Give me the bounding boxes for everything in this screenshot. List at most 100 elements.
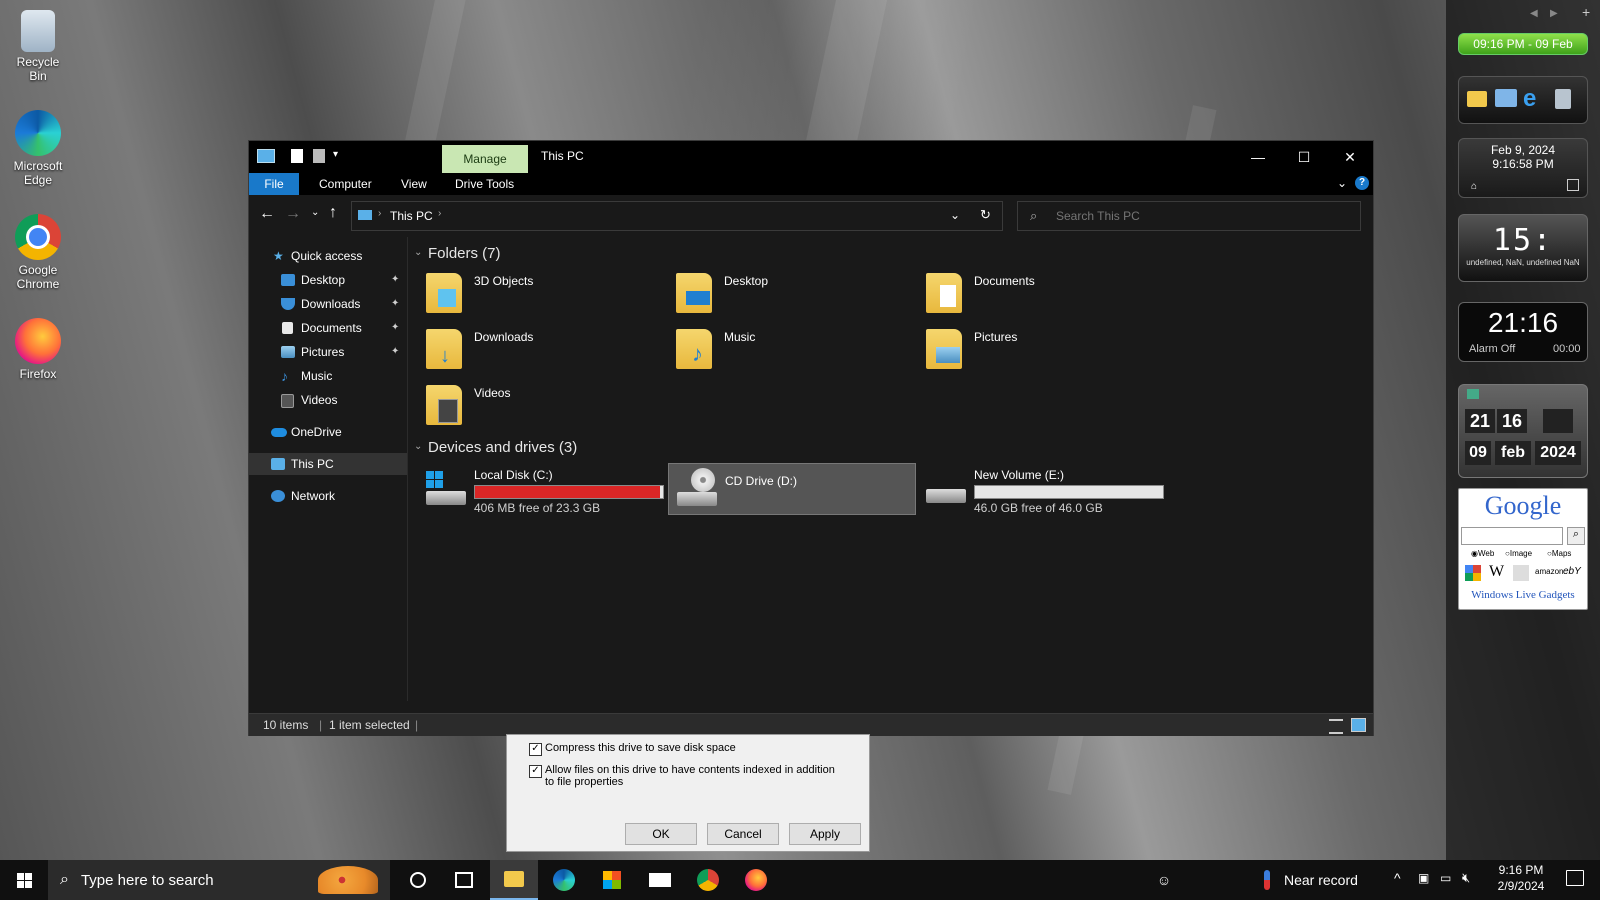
pin-icon[interactable]: ✦ bbox=[391, 341, 399, 363]
taskbar-file-explorer[interactable] bbox=[490, 860, 538, 900]
desktop-icon-edge[interactable]: Microsoft Edge bbox=[8, 110, 68, 187]
folder-music[interactable]: ♪ Music bbox=[668, 325, 918, 377]
new-folder-quick-icon[interactable] bbox=[313, 149, 325, 163]
taskbar-search-box[interactable]: ⌕ Type here to search bbox=[48, 860, 390, 900]
google-search-gadget[interactable]: Google ⌕ ◉Web ○Image ○Maps W amazon ebY … bbox=[1458, 488, 1588, 610]
address-bar[interactable]: › This PC › ⌄ ↻ bbox=[351, 201, 1003, 231]
wikipedia-shortcut[interactable]: W bbox=[1489, 563, 1504, 581]
taskbar-edge[interactable] bbox=[540, 860, 588, 900]
refresh-icon[interactable]: ↻ bbox=[980, 207, 991, 223]
drive-c[interactable]: Local Disk (C:) 406 MB free of 23.3 GB bbox=[418, 463, 668, 515]
calendar-gadget[interactable]: Feb 9, 2024 9:16:58 PM ⌂ bbox=[1458, 138, 1588, 198]
computer-icon[interactable] bbox=[1495, 89, 1517, 107]
search-input[interactable] bbox=[1054, 206, 1348, 226]
flip-clock-home-icon[interactable] bbox=[1467, 389, 1479, 399]
nav-quick-access[interactable]: ★ Quick access bbox=[249, 245, 407, 267]
up-arrow-icon[interactable]: ↑ bbox=[329, 204, 337, 222]
nav-documents[interactable]: Documents ✦ bbox=[249, 317, 407, 339]
back-arrow-icon[interactable]: ← bbox=[259, 205, 275, 223]
nav-music[interactable]: ♪ Music bbox=[249, 365, 407, 387]
home-icon[interactable]: ⌂ bbox=[1471, 181, 1477, 192]
ok-button[interactable]: OK bbox=[625, 823, 697, 845]
google-option-image[interactable]: ○Image bbox=[1505, 549, 1532, 558]
address-dropdown-icon[interactable]: ⌄ bbox=[950, 208, 960, 222]
pin-icon[interactable]: ✦ bbox=[391, 269, 399, 291]
folder-pictures[interactable]: Pictures bbox=[918, 325, 1168, 377]
cancel-button[interactable]: Cancel bbox=[707, 823, 779, 845]
desktop-icon-firefox[interactable]: Firefox bbox=[8, 318, 68, 381]
trash-icon[interactable] bbox=[1555, 89, 1571, 109]
sidebar-forward-icon[interactable]: ▶ bbox=[1550, 8, 1558, 19]
title-bar[interactable]: ▾ Manage This PC — ☐ ✕ bbox=[249, 141, 1373, 173]
people-button[interactable]: ☺ bbox=[1148, 860, 1180, 900]
flip-clock-gadget[interactable]: 21 16 09 feb 2024 bbox=[1458, 384, 1588, 478]
launcher-gadget[interactable]: e bbox=[1458, 76, 1588, 124]
task-view-button[interactable] bbox=[442, 860, 486, 900]
maximize-button[interactable]: ☐ bbox=[1281, 141, 1327, 173]
google-search-button-icon[interactable]: ⌕ bbox=[1567, 527, 1585, 545]
taskbar-firefox[interactable] bbox=[732, 860, 780, 900]
folder-desktop[interactable]: Desktop bbox=[668, 269, 918, 321]
customize-quick-access-icon[interactable]: ▾ bbox=[333, 149, 338, 160]
desktop-icon-chrome[interactable]: Google Chrome bbox=[8, 214, 68, 291]
pin-icon[interactable]: ✦ bbox=[391, 293, 399, 315]
nav-pictures[interactable]: Pictures ✦ bbox=[249, 341, 407, 363]
folder-downloads[interactable]: ↓ Downloads bbox=[418, 325, 668, 377]
compress-checkbox[interactable]: ✓ bbox=[529, 743, 542, 756]
amazon-shortcut[interactable]: amazon bbox=[1535, 567, 1563, 576]
tab-computer[interactable]: Computer bbox=[319, 173, 372, 195]
sidebar-add-icon[interactable]: + bbox=[1582, 4, 1590, 20]
meet-now-icon[interactable]: ▣ bbox=[1418, 871, 1429, 885]
details-view-icon[interactable] bbox=[1329, 719, 1343, 734]
cortana-button[interactable] bbox=[396, 860, 440, 900]
pin-icon[interactable]: ✦ bbox=[391, 317, 399, 339]
help-icon[interactable]: ? bbox=[1355, 176, 1369, 190]
taskbar-chrome[interactable] bbox=[684, 860, 732, 900]
folder-3d-objects[interactable]: 3D Objects bbox=[418, 269, 668, 321]
google-search-input[interactable] bbox=[1461, 527, 1563, 545]
weather-widget[interactable]: Near record bbox=[1264, 860, 1384, 900]
ebay-shortcut[interactable]: ebY bbox=[1563, 566, 1581, 577]
search-box[interactable]: ⌕ bbox=[1017, 201, 1361, 231]
index-checkbox[interactable]: ✓ bbox=[529, 765, 542, 778]
google-maps-shortcut-icon[interactable] bbox=[1465, 565, 1481, 581]
nav-downloads[interactable]: Downloads ✦ bbox=[249, 293, 407, 315]
large-icons-view-icon[interactable] bbox=[1351, 718, 1366, 732]
breadcrumb-this-pc[interactable]: This PC bbox=[390, 209, 433, 223]
nav-onedrive[interactable]: OneDrive bbox=[249, 421, 407, 443]
folder-videos[interactable]: Videos bbox=[418, 381, 668, 433]
google-option-maps[interactable]: ○Maps bbox=[1547, 549, 1571, 558]
sidebar-back-icon[interactable]: ◀ bbox=[1530, 8, 1538, 19]
volume-muted-icon[interactable]: 🔇︎ bbox=[1462, 870, 1470, 886]
tab-drive-tools[interactable]: Drive Tools bbox=[455, 173, 514, 195]
folder-icon[interactable] bbox=[1467, 91, 1487, 107]
apply-button[interactable]: Apply bbox=[789, 823, 861, 845]
forward-arrow-icon[interactable]: → bbox=[285, 205, 301, 223]
desktop-icon-recycle-bin[interactable]: Recycle Bin bbox=[8, 10, 68, 83]
folders-group-header[interactable]: Folders (7) bbox=[428, 245, 501, 262]
tab-file[interactable]: File bbox=[249, 173, 299, 195]
drives-group-header[interactable]: Devices and drives (3) bbox=[428, 439, 577, 456]
nav-desktop[interactable]: Desktop ✦ bbox=[249, 269, 407, 291]
manage-tab[interactable]: Manage bbox=[442, 145, 528, 173]
folder-documents[interactable]: Documents bbox=[918, 269, 1168, 321]
nav-this-pc[interactable]: This PC bbox=[249, 453, 407, 475]
start-button[interactable] bbox=[0, 860, 48, 900]
alarm-clock-gadget[interactable]: 21:16 Alarm Off 00:00 bbox=[1458, 302, 1588, 362]
nav-network[interactable]: Network bbox=[249, 485, 407, 507]
expand-ribbon-icon[interactable]: ⌄ bbox=[1337, 176, 1347, 190]
time-banner-gadget[interactable]: 09:16 PM - 09 Feb bbox=[1458, 33, 1588, 55]
drive-e[interactable]: New Volume (E:) 46.0 GB free of 46.0 GB bbox=[918, 463, 1168, 515]
minimize-button[interactable]: — bbox=[1235, 141, 1281, 173]
google-gadget-footer[interactable]: Windows Live Gadgets bbox=[1459, 589, 1587, 601]
taskbar-mail[interactable] bbox=[636, 860, 684, 900]
recent-locations-icon[interactable]: ⌄ bbox=[311, 207, 319, 218]
drive-d[interactable]: CD Drive (D:) bbox=[668, 463, 916, 515]
action-center-icon[interactable] bbox=[1566, 870, 1584, 886]
google-option-web[interactable]: ◉Web bbox=[1471, 549, 1494, 558]
internet-explorer-icon[interactable]: e bbox=[1523, 85, 1536, 113]
tab-view[interactable]: View bbox=[401, 173, 427, 195]
show-hidden-icons-icon[interactable]: ^ bbox=[1394, 870, 1401, 886]
collapse-chevron-icon[interactable]: ⌄ bbox=[414, 247, 422, 258]
digital-clock-gadget[interactable]: 15: undefined, NaN, undefined NaN bbox=[1458, 214, 1588, 282]
